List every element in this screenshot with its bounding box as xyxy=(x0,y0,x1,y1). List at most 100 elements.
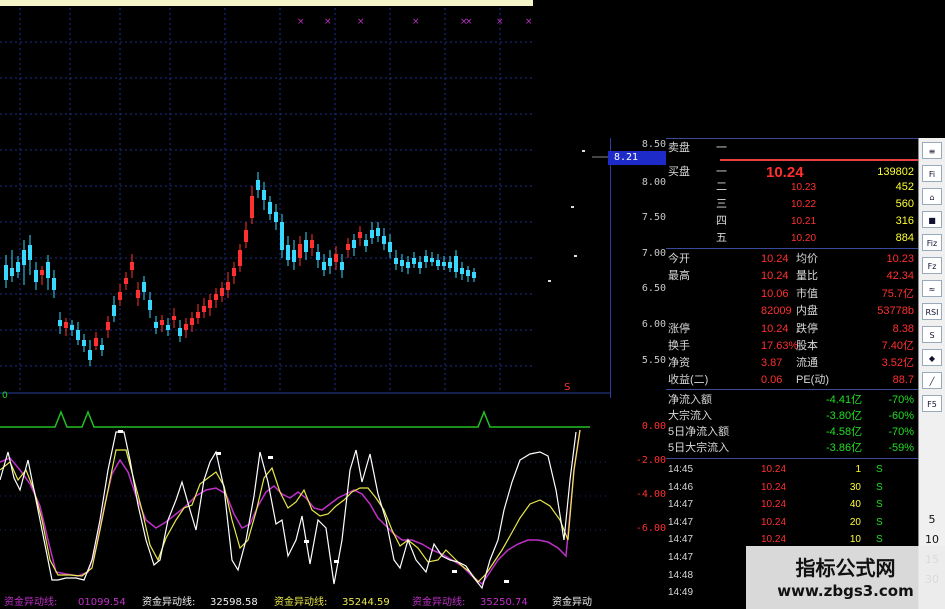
candle-body xyxy=(286,245,290,260)
buy-row[interactable]: 四 10.21 316 xyxy=(666,213,918,230)
toolbar-button[interactable]: ≡ xyxy=(922,142,942,159)
toolbar-button[interactable]: ≈ xyxy=(922,280,942,297)
toolbar-button[interactable]: ╱ xyxy=(922,372,942,389)
stat-value: 10.24 xyxy=(761,253,789,265)
toolbar-button[interactable]: ◆ xyxy=(922,349,942,366)
candle-body xyxy=(106,322,110,330)
stat-value: 75.7亿 xyxy=(881,288,914,300)
candle-body xyxy=(46,262,50,278)
strip-label: 资金异动线: xyxy=(142,597,196,608)
bid-ask-divider xyxy=(720,159,918,161)
stat-label: 换手 xyxy=(668,340,690,352)
candle-body xyxy=(358,232,362,238)
buy-volume: 316 xyxy=(895,215,914,227)
strip-label: 资金异动 xyxy=(552,597,592,608)
tick-flag: S xyxy=(876,464,883,475)
indicator-point xyxy=(216,452,221,455)
toolbar-button[interactable]: Fi xyxy=(922,165,942,182)
stat-row: 82009 内盘 53778b xyxy=(666,303,918,320)
buy-price: 10.20 xyxy=(791,233,817,244)
toolbar-button[interactable]: F5 xyxy=(922,395,942,412)
price-tick: 6.00 xyxy=(641,319,666,330)
flow-label: 大宗流入 xyxy=(668,410,712,422)
period-button[interactable]: 10 xyxy=(921,533,943,546)
toolbar-button[interactable]: S xyxy=(922,326,942,343)
toolbar-button[interactable]: ⌂ xyxy=(922,188,942,205)
candle-body xyxy=(166,325,170,330)
tick-row: 14:45 10.24 1 S xyxy=(666,461,918,478)
indicator-value-strip: 资金异动线: 01099.54 资金异动线: 32598.58 资金异动线: 3… xyxy=(0,596,610,609)
tick-time: 14:47 xyxy=(668,516,694,528)
candle-body xyxy=(94,338,98,346)
buy-row[interactable]: 三 10.22 560 xyxy=(666,196,918,213)
event-marker: × xyxy=(412,17,420,27)
candle-body xyxy=(160,320,164,325)
candle-body xyxy=(4,265,8,280)
toolbar-button[interactable]: ■ xyxy=(922,211,942,228)
stat-value: 7.40亿 xyxy=(881,340,914,352)
candle-body xyxy=(454,256,458,272)
event-marker: × xyxy=(357,17,365,27)
candle-body xyxy=(238,250,242,266)
tick-flag: S xyxy=(876,516,883,528)
candle-body xyxy=(448,262,452,268)
event-marker: × xyxy=(324,17,332,27)
indicator-tick: -2.00 xyxy=(635,455,666,466)
candle-body xyxy=(124,278,128,284)
flow-pct: -59% xyxy=(888,442,914,454)
buy-price: 10.22 xyxy=(791,199,817,210)
stat-label: 量比 xyxy=(796,270,818,282)
price-tick: 6.50 xyxy=(641,283,666,294)
tick-volume: 1 xyxy=(855,464,861,475)
buy-level: 四 xyxy=(716,215,727,227)
buy-volume: 884 xyxy=(895,232,914,244)
flow-label: 5日净流入额 xyxy=(668,426,730,438)
indicator-tick: -6.00 xyxy=(635,523,666,534)
sell-label: 卖盘 xyxy=(668,142,690,154)
toolbar-button[interactable]: Fz xyxy=(922,257,942,274)
buy-price: 10.21 xyxy=(791,216,817,227)
toolbar-button[interactable]: RSI xyxy=(922,303,942,320)
tick-time: 14:49 xyxy=(668,587,694,599)
tick-price: 10.24 xyxy=(761,481,787,493)
candle-body xyxy=(28,245,32,260)
strip-value: 35244.59 xyxy=(342,597,390,608)
price-tick: 5.50 xyxy=(641,355,666,366)
strip-value: 32598.58 xyxy=(210,597,258,608)
buy-level: 五 xyxy=(716,232,727,244)
tick-row: 14:47 10.24 40 S xyxy=(666,496,918,513)
candle-body xyxy=(244,230,248,242)
candle-body xyxy=(70,325,74,330)
current-price-tag: 8.21 xyxy=(608,151,666,165)
price-tick: 7.50 xyxy=(641,212,666,223)
candle-body xyxy=(10,268,14,276)
candle-body xyxy=(214,294,218,300)
tick-time: 14:48 xyxy=(668,569,694,581)
flow-value: -4.58亿 xyxy=(826,426,863,438)
indicator-tick: 0.00 xyxy=(641,421,666,432)
stat-value: 17.63% xyxy=(761,340,799,352)
event-marker: × xyxy=(465,17,473,27)
price-tick: 7.00 xyxy=(641,248,666,259)
candle-body xyxy=(346,244,350,250)
tick-volume: 30 xyxy=(849,481,861,493)
quote-panel: 卖盘 一 买盘 一 10.24 139802 二 10.23 452 三 10.… xyxy=(666,138,918,609)
kline-chart[interactable]: × × × × ×× × ×S xyxy=(0,6,610,609)
candle-body xyxy=(226,282,230,290)
buy-row[interactable]: 二 10.23 452 xyxy=(666,179,918,196)
event-marker: × xyxy=(525,17,533,27)
stat-value: 82009 xyxy=(761,305,792,317)
candle-body xyxy=(40,270,44,275)
candle-body xyxy=(58,320,62,326)
chart-grid xyxy=(0,8,610,531)
sell-row: 卖盘 一 xyxy=(666,140,918,157)
candle-body xyxy=(22,250,26,265)
fund-flow-row: 5日大宗流入 -3.86亿 -59% xyxy=(666,440,918,457)
candle-body xyxy=(466,270,470,276)
candle-body xyxy=(298,244,302,258)
tick-price: 10.24 xyxy=(761,464,787,475)
toolbar-button[interactable]: Fiz xyxy=(922,234,942,251)
buy-row[interactable]: 五 10.20 884 xyxy=(666,230,918,247)
stat-row: 今开 10.24 均价 10.23 xyxy=(666,251,918,268)
period-button[interactable]: 5 xyxy=(921,513,943,526)
